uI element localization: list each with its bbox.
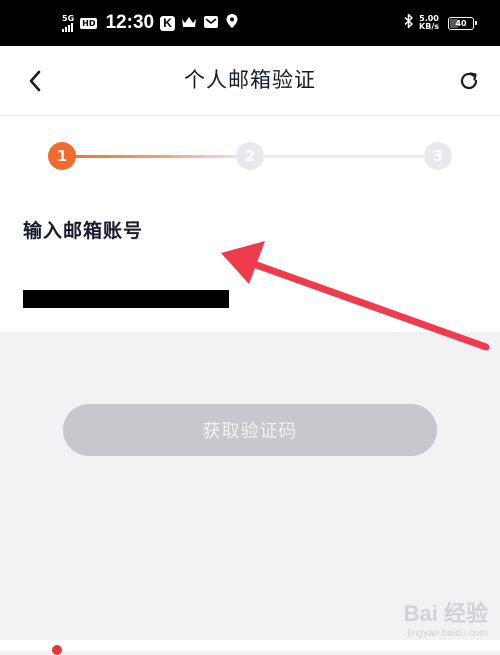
step-connector-2 — [250, 155, 438, 158]
mail-icon — [203, 14, 219, 33]
watermark-main-text: Bai 经验 — [403, 601, 488, 626]
signal-icon — [62, 23, 74, 32]
battery-icon: 40 — [448, 16, 477, 30]
red-mark — [52, 645, 62, 655]
crown-icon — [181, 14, 197, 33]
step-1: 1 — [48, 142, 76, 170]
email-field-label: 输入邮箱账号 — [23, 220, 144, 242]
step-3: 3 — [424, 142, 452, 170]
watermark-logo: Bai 经验 — [404, 596, 488, 628]
bluetooth-icon — [404, 13, 414, 33]
bottom-strip — [0, 640, 500, 651]
network-indicator: 5G — [62, 14, 74, 32]
watermark: Bai 经验 jingyan.baidu.com — [404, 596, 488, 639]
status-time: 12:30 — [105, 12, 155, 33]
page-title: 个人邮箱验证 — [184, 68, 316, 92]
watermark-sub-text: jingyan.baidu.com — [407, 628, 488, 639]
battery-level: 40 — [455, 18, 467, 28]
form-card: 1 2 3 输入邮箱账号 — [0, 116, 500, 332]
network-type: 5G — [62, 14, 75, 23]
progress-stepper: 1 2 3 — [0, 116, 500, 196]
step-2: 2 — [236, 142, 264, 170]
k-app-icon: K — [160, 15, 176, 31]
status-bar: 5G HD 12:30 K 5.00 KB/s 40 — [0, 0, 500, 46]
hd-badge: HD — [80, 17, 98, 29]
speed-unit: KB/s — [419, 22, 439, 31]
status-right: 5.00 KB/s 40 — [404, 12, 477, 34]
network-speed: 5.00 KB/s — [419, 15, 439, 31]
refresh-button[interactable] — [454, 66, 484, 96]
location-icon — [225, 13, 239, 33]
step-connector-1 — [62, 155, 250, 158]
nav-bar: 个人邮箱验证 — [0, 46, 500, 116]
redaction-bar — [23, 290, 229, 308]
get-code-button[interactable]: 获取验证码 — [63, 404, 437, 456]
refresh-icon — [460, 72, 478, 90]
status-left: 5G HD 12:30 K — [62, 10, 239, 36]
